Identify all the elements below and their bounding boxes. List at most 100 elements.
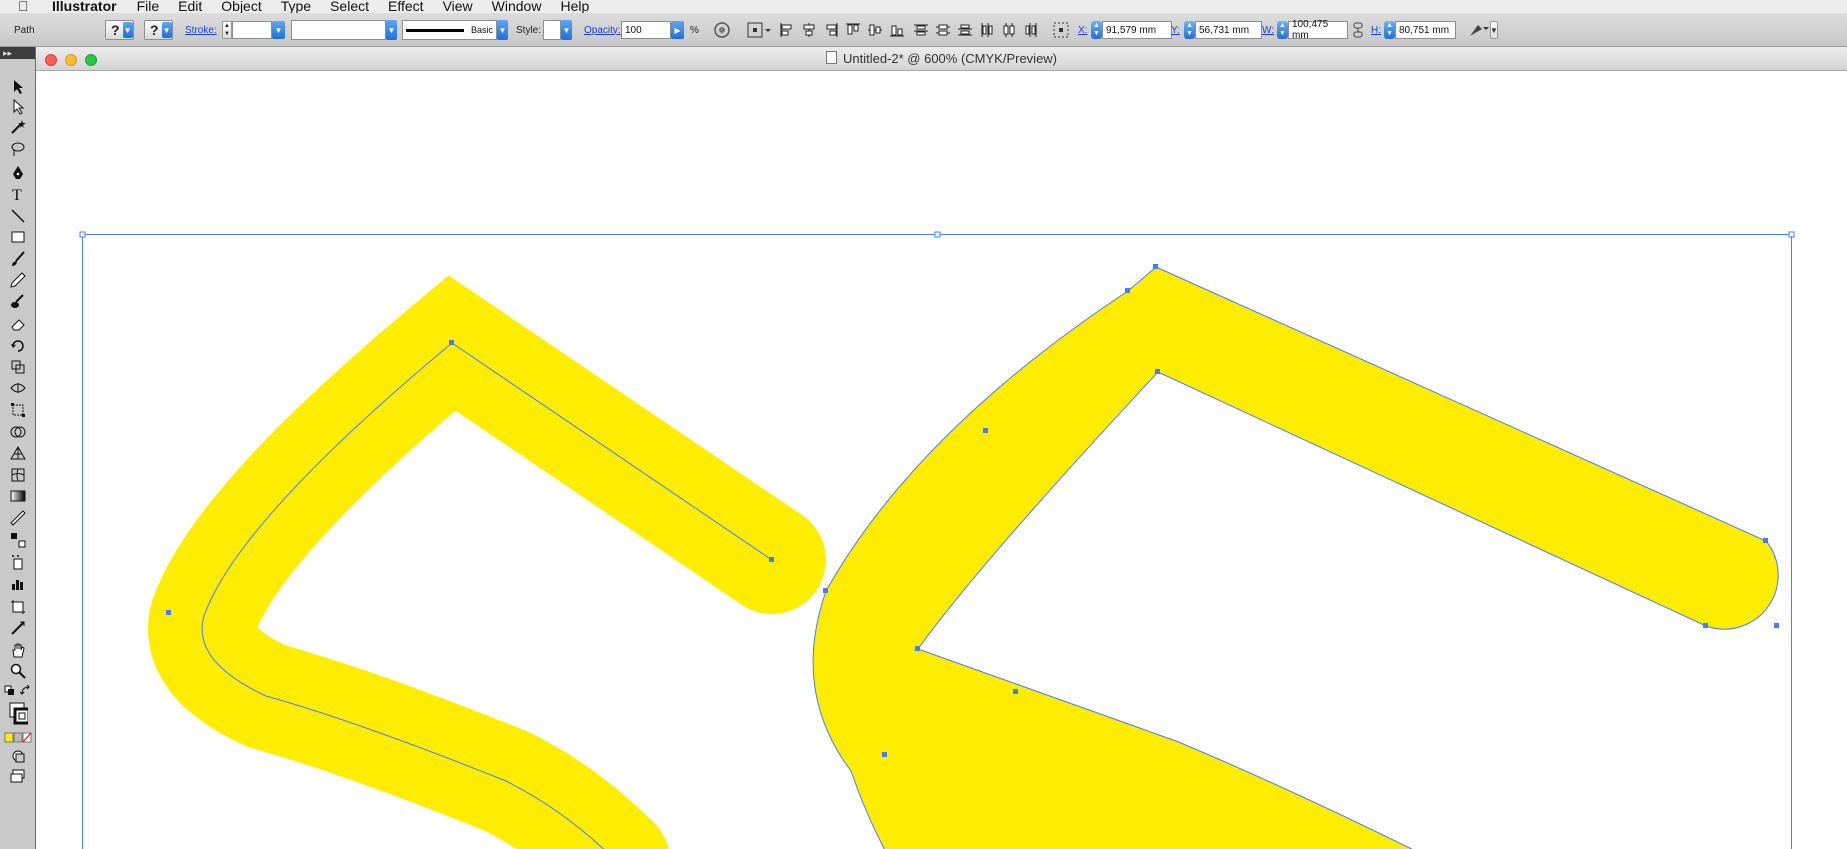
- drawing-mode-icon[interactable]: [8, 747, 28, 765]
- hand-tool-icon[interactable]: [8, 641, 28, 659]
- anchor-point[interactable]: [1763, 538, 1768, 543]
- brush-definition-field[interactable]: Basic: [402, 20, 497, 40]
- mesh-tool-icon[interactable]: [8, 466, 28, 484]
- x-label[interactable]: X:: [1078, 25, 1087, 36]
- paintbrush-tool-icon[interactable]: [8, 250, 28, 268]
- distribute-horizontal-center-icon[interactable]: [1000, 20, 1018, 40]
- menu-file[interactable]: File: [137, 0, 160, 13]
- selection-tool-icon[interactable]: [8, 78, 28, 96]
- distribute-bottom-icon[interactable]: [956, 20, 974, 40]
- menu-object[interactable]: Object: [221, 0, 261, 13]
- perspective-grid-tool-icon[interactable]: [8, 444, 28, 462]
- x-field[interactable]: 91,579 mm: [1102, 21, 1172, 39]
- variable-width-profile-field[interactable]: [291, 20, 386, 40]
- anchor-point[interactable]: [1013, 689, 1018, 694]
- anchor-point[interactable]: [1125, 288, 1130, 293]
- right-outlined-path[interactable]: [812, 266, 1779, 849]
- line-segment-tool-icon[interactable]: [8, 207, 28, 225]
- w-stepper[interactable]: ▲ ▼: [1277, 21, 1288, 39]
- menu-help[interactable]: Help: [560, 0, 589, 13]
- width-tool-icon[interactable]: [8, 379, 28, 397]
- h-field[interactable]: 80,751 mm: [1395, 21, 1456, 39]
- lasso-tool-icon[interactable]: [8, 140, 28, 158]
- stroke-color-button[interactable]: ? ▼: [144, 20, 173, 40]
- artboard-canvas[interactable]: [36, 71, 1847, 849]
- align-bottom-icon[interactable]: [888, 20, 906, 40]
- pen-tool-icon[interactable]: [8, 164, 28, 182]
- direct-selection-tool-icon[interactable]: [8, 98, 28, 116]
- bounding-box-handle-top-center[interactable]: [934, 231, 941, 238]
- distribute-right-icon[interactable]: [1022, 20, 1040, 40]
- chevron-down-icon[interactable]: ▼: [272, 21, 285, 39]
- default-fill-stroke-icon[interactable]: [4, 685, 16, 697]
- align-left-icon[interactable]: [778, 20, 796, 40]
- anchor-point[interactable]: [983, 428, 988, 433]
- eraser-tool-icon[interactable]: [8, 315, 28, 333]
- w-label[interactable]: W:: [1262, 25, 1274, 36]
- y-stepper[interactable]: ▲ ▼: [1184, 21, 1195, 39]
- menu-app-name[interactable]: Illustrator: [52, 0, 117, 13]
- x-stepper[interactable]: ▲ ▼: [1091, 21, 1102, 39]
- apple-menu-icon[interactable]: : [18, 0, 36, 13]
- anchor-point[interactable]: [449, 340, 454, 345]
- magic-wand-tool-icon[interactable]: [8, 118, 28, 136]
- distribute-left-icon[interactable]: [978, 20, 996, 40]
- constrain-proportions-icon[interactable]: [1351, 20, 1365, 40]
- align-center-vertical-icon[interactable]: [866, 20, 884, 40]
- blend-tool-icon[interactable]: [8, 531, 28, 549]
- opacity-field[interactable]: 100: [621, 21, 671, 39]
- menu-effect[interactable]: Effect: [388, 0, 424, 13]
- color-mode-icons[interactable]: [4, 729, 32, 747]
- fill-stroke-swatch-icon[interactable]: [8, 701, 28, 725]
- chevron-down-icon[interactable]: ▼: [161, 22, 172, 38]
- blob-brush-tool-icon[interactable]: [8, 292, 28, 310]
- align-center-horizontal-icon[interactable]: [800, 20, 818, 40]
- w-field[interactable]: 100,475 mm: [1288, 19, 1348, 41]
- zoom-tool-icon[interactable]: [8, 662, 28, 680]
- chevron-down-icon[interactable]: ▼: [1490, 21, 1498, 39]
- symbol-sprayer-tool-icon[interactable]: [8, 553, 28, 571]
- anchor-point[interactable]: [166, 610, 171, 615]
- distribute-center-icon[interactable]: [934, 20, 952, 40]
- stroke-weight-stepper[interactable]: ▲ ▼: [222, 21, 232, 39]
- menu-select[interactable]: Select: [330, 0, 369, 13]
- chevron-down-icon[interactable]: ▼: [122, 22, 133, 38]
- slice-tool-icon[interactable]: [8, 619, 28, 637]
- menu-view[interactable]: View: [443, 0, 473, 13]
- anchor-point[interactable]: [915, 646, 920, 651]
- stroke-panel-link[interactable]: Stroke:: [185, 25, 217, 36]
- recolor-artwork-icon[interactable]: [713, 20, 731, 40]
- fill-color-button[interactable]: ? ▼: [105, 20, 134, 40]
- shape-builder-tool-icon[interactable]: [8, 423, 28, 441]
- bounding-box-handle-top-right[interactable]: [1788, 231, 1795, 238]
- artboard-tool-icon[interactable]: [8, 598, 28, 616]
- type-tool-icon[interactable]: T: [8, 185, 28, 203]
- anchor-point[interactable]: [823, 588, 828, 593]
- chevron-down-icon[interactable]: ▼: [497, 20, 508, 40]
- y-label[interactable]: Y:: [1171, 25, 1180, 36]
- gradient-tool-icon[interactable]: [8, 487, 28, 505]
- eyedropper-tool-icon[interactable]: [8, 509, 28, 527]
- menu-window[interactable]: Window: [492, 0, 542, 13]
- anchor-point[interactable]: [769, 557, 774, 562]
- chevron-down-icon[interactable]: ▼: [561, 20, 572, 40]
- align-right-icon[interactable]: [822, 20, 840, 40]
- stroke-weight-field[interactable]: [232, 21, 272, 39]
- rotate-tool-icon[interactable]: [8, 337, 28, 355]
- screen-mode-icon[interactable]: [8, 767, 28, 785]
- chevron-down-icon[interactable]: ▼: [386, 20, 397, 40]
- h-stepper[interactable]: ▲ ▼: [1384, 21, 1395, 39]
- anchor-point[interactable]: [1153, 264, 1158, 269]
- anchor-point[interactable]: [882, 752, 887, 757]
- swap-fill-stroke-icon[interactable]: [20, 685, 32, 697]
- rectangle-tool-icon[interactable]: [8, 228, 28, 246]
- graphic-style-swatch[interactable]: [543, 20, 561, 40]
- anchor-point[interactable]: [1155, 369, 1160, 374]
- distribute-top-icon[interactable]: [912, 20, 930, 40]
- reference-point-icon[interactable]: [745, 20, 773, 40]
- menu-type[interactable]: Type: [281, 0, 311, 13]
- anchor-point[interactable]: [1774, 623, 1779, 628]
- chevron-right-icon[interactable]: ▶: [671, 21, 684, 39]
- h-label[interactable]: H:: [1371, 25, 1381, 36]
- opacity-panel-link[interactable]: Opacity:: [584, 25, 621, 36]
